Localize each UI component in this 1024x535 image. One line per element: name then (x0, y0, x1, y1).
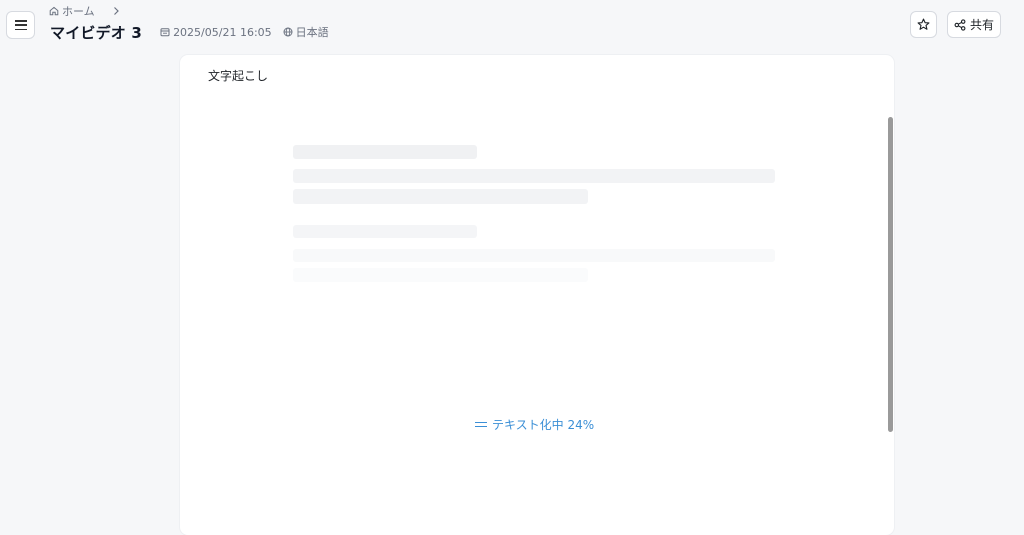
skeleton-line (293, 249, 775, 262)
language-text: 日本語 (295, 26, 329, 39)
home-icon (49, 6, 59, 16)
breadcrumb: ホーム (49, 4, 121, 18)
language-indicator: 日本語 (283, 24, 329, 40)
scrollbar-thumb[interactable] (888, 117, 893, 432)
equals-icon (475, 421, 487, 429)
breadcrumb-home-label: ホーム (62, 5, 95, 18)
breadcrumb-home-link[interactable]: ホーム (49, 3, 95, 19)
scrollbar[interactable] (887, 117, 894, 432)
skeleton-line (293, 225, 477, 238)
transcription-status: テキスト化中 24% (475, 416, 594, 433)
calendar-icon (160, 28, 170, 37)
share-button-label: 共有 (969, 18, 994, 32)
chevron-right-icon (113, 7, 119, 15)
globe-icon (283, 27, 293, 37)
transcript-panel: 文字起こし テキスト化中 24% (180, 55, 894, 535)
skeleton-line (293, 169, 775, 183)
recording-date: 2025/05/21 16:05 (160, 26, 272, 39)
share-icon (954, 18, 966, 31)
favorite-button[interactable] (910, 11, 937, 38)
hamburger-menu-icon (14, 20, 27, 30)
skeleton-line (293, 189, 588, 204)
transcript-title: 文字起こし (208, 69, 269, 83)
recording-date-text: 2025/05/21 16:05 (173, 25, 272, 39)
top-bar: ホーム マイビデオ 3 2025/05/21 16:05 日本語 共有 (0, 0, 1024, 52)
title-row: マイビデオ 3 2025/05/21 16:05 日本語 (50, 22, 329, 42)
star-icon (917, 18, 930, 30)
menu-button[interactable] (6, 11, 35, 39)
transcription-status-text: テキスト化中 24% (492, 418, 595, 432)
skeleton-line (293, 145, 477, 159)
page-title: マイビデオ 3 (50, 23, 143, 42)
share-button[interactable]: 共有 (947, 11, 1001, 38)
skeleton-line (293, 268, 588, 282)
